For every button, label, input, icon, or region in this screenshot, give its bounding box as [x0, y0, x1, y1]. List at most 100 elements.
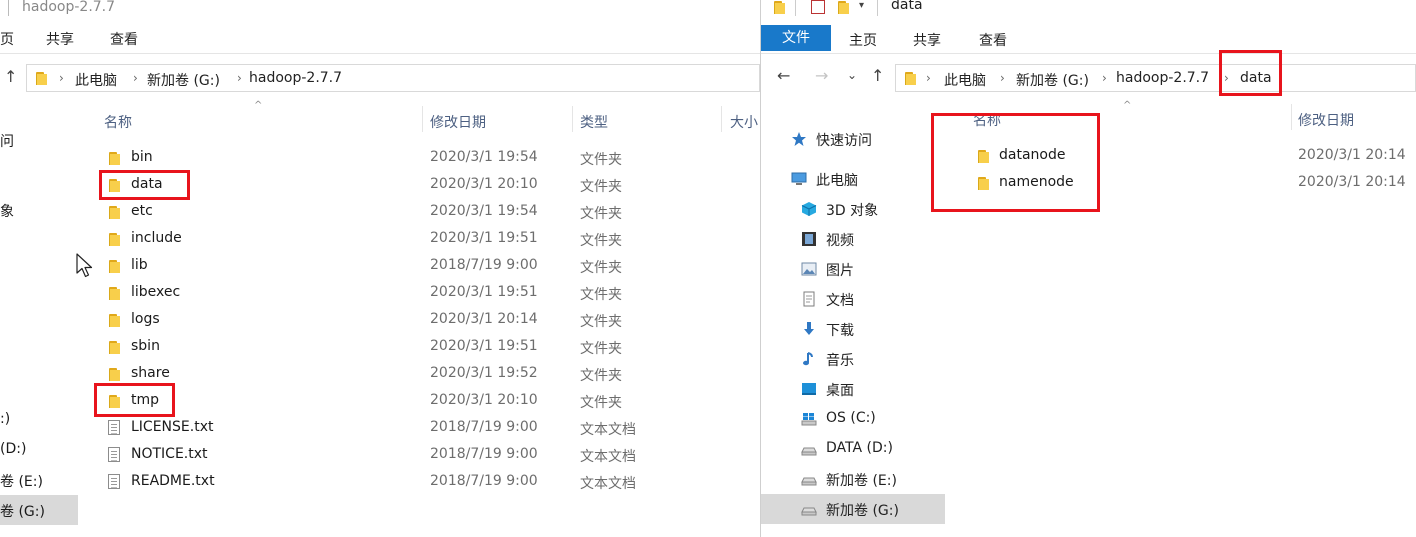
nav-item[interactable]: 视频	[761, 224, 945, 254]
highlight-box-address-data	[1219, 50, 1282, 96]
nav-item[interactable]: 新加卷 (E:)	[761, 464, 945, 494]
column-divider[interactable]	[422, 106, 423, 132]
breadcrumb-drive-g[interactable]: 新加卷 (G:)	[147, 70, 220, 90]
modified-date: 2020/3/1 19:51	[430, 338, 538, 354]
breadcrumb-hadoop[interactable]: hadoop-2.7.7	[249, 70, 342, 86]
folder-icon	[106, 151, 120, 165]
column-divider[interactable]	[1291, 104, 1292, 130]
file-name: NOTICE.txt	[131, 446, 208, 462]
checkbox-properties-icon[interactable]	[811, 0, 825, 14]
tab-home[interactable]: 主页	[849, 30, 877, 50]
video-icon	[801, 231, 817, 247]
table-row[interactable]: tmp 2020/3/1 20:10 文件夹	[98, 388, 760, 415]
nav-item-label: 图片	[826, 263, 854, 279]
modified-date: 2020/3/1 19:51	[430, 230, 538, 246]
column-header-name[interactable]: 名称	[104, 112, 132, 132]
nav-item[interactable]: 3D 对象	[761, 194, 945, 224]
recent-locations-chevron-icon[interactable]: ⌄	[847, 68, 857, 82]
table-row[interactable]: libexec 2020/3/1 19:51 文件夹	[98, 280, 760, 307]
highlight-box-data	[99, 170, 190, 200]
nav-item[interactable]: 下载	[761, 314, 945, 344]
nav-item-selected[interactable]: 新加卷 (G:)	[761, 494, 945, 524]
nav-item[interactable]: 文档	[761, 284, 945, 314]
file-type: 文件夹	[580, 152, 622, 168]
column-divider[interactable]	[721, 106, 722, 132]
modified-date: 2018/7/19 9:00	[430, 446, 538, 462]
sort-ascending-icon: ^	[254, 100, 263, 111]
column-divider[interactable]	[572, 106, 573, 132]
address-bar[interactable]: › 此电脑 › 新加卷 (G:) › hadoop-2.7.7 › data	[895, 64, 1416, 92]
tab-view[interactable]: 查看	[110, 29, 138, 49]
chevron-right-icon: ›	[59, 71, 64, 85]
nav-item[interactable]: 桌面	[761, 374, 945, 404]
breadcrumb-this-pc[interactable]: 此电脑	[75, 70, 117, 90]
modified-date: 2020/3/1 19:51	[430, 284, 538, 300]
table-row[interactable]: sbin 2020/3/1 19:51 文件夹	[98, 334, 760, 361]
table-row[interactable]: share 2020/3/1 19:52 文件夹	[98, 361, 760, 388]
nav-item[interactable]: 音乐	[761, 344, 945, 374]
column-header-modified[interactable]: 修改日期	[430, 112, 486, 132]
column-header-type[interactable]: 类型	[580, 112, 608, 132]
table-row[interactable]: logs 2020/3/1 20:14 文件夹	[98, 307, 760, 334]
highlight-box-subfolders	[931, 113, 1100, 212]
tab-view[interactable]: 查看	[979, 30, 1007, 50]
cube-3d-icon	[801, 201, 817, 217]
file-type: 文本文档	[580, 449, 636, 465]
modified-date: 2018/7/19 9:00	[430, 257, 538, 273]
nav-item-label[interactable]: :)	[0, 411, 10, 427]
nav-item[interactable]: OS (C:)	[761, 404, 945, 434]
file-type: 文件夹	[580, 206, 622, 222]
file-name: libexec	[131, 284, 181, 300]
nav-item-label: 新加卷 (G:)	[826, 503, 899, 519]
modified-date: 2020/3/1 20:10	[430, 176, 538, 192]
tab-home[interactable]: 页	[0, 29, 14, 49]
table-row[interactable]: README.txt 2018/7/19 9:00 文本文档	[98, 469, 760, 496]
sort-ascending-icon: ^	[1123, 100, 1132, 111]
computer-icon	[791, 171, 807, 187]
nav-item-selected[interactable]: 卷 (G:)	[0, 495, 78, 525]
tab-share[interactable]: 共享	[913, 30, 941, 50]
table-row[interactable]: NOTICE.txt 2018/7/19 9:00 文本文档	[98, 442, 760, 469]
column-header-modified[interactable]: 修改日期	[1298, 110, 1354, 130]
left-ribbon-tabs: 页 共享 查看	[0, 24, 760, 54]
folder-icon	[902, 71, 916, 85]
table-row[interactable]: etc 2020/3/1 19:54 文件夹	[98, 199, 760, 226]
back-arrow-icon[interactable]: ←	[777, 66, 790, 85]
folder-icon	[106, 232, 120, 246]
nav-item[interactable]: 快速访问	[761, 124, 945, 154]
text-file-icon	[108, 447, 120, 462]
new-folder-icon[interactable]	[835, 0, 849, 14]
nav-item-label[interactable]: 象	[0, 201, 14, 221]
mouse-pointer-icon	[76, 253, 93, 278]
quick-access-dropdown-icon[interactable]: ▾	[859, 0, 864, 11]
nav-item[interactable]: DATA (D:)	[761, 434, 945, 464]
address-bar[interactable]: › 此电脑 › 新加卷 (G:) › hadoop-2.7.7	[26, 64, 760, 92]
file-name: include	[131, 230, 182, 246]
table-row[interactable]: LICENSE.txt 2018/7/19 9:00 文本文档	[98, 415, 760, 442]
breadcrumb-drive-g[interactable]: 新加卷 (G:)	[1016, 70, 1089, 90]
drive-icon	[801, 441, 817, 457]
nav-item-label: 下载	[826, 323, 854, 339]
folder-icon	[33, 71, 47, 85]
breadcrumb-hadoop[interactable]: hadoop-2.7.7	[1116, 70, 1209, 86]
desktop-icon	[801, 381, 817, 397]
table-row[interactable]: include 2020/3/1 19:51 文件夹	[98, 226, 760, 253]
tab-file[interactable]: 文件	[761, 25, 831, 51]
breadcrumb-this-pc[interactable]: 此电脑	[944, 70, 986, 90]
modified-date: 2020/3/1 20:14	[1298, 174, 1406, 190]
forward-arrow-icon[interactable]: →	[815, 66, 828, 85]
table-row[interactable]: lib 2018/7/19 9:00 文件夹	[98, 253, 760, 280]
up-arrow-icon[interactable]: ↑	[871, 66, 884, 85]
nav-item-label[interactable]: 卷 (E:)	[0, 471, 43, 491]
nav-item[interactable]: 图片	[761, 254, 945, 284]
up-arrow-icon[interactable]: ↑	[4, 67, 17, 86]
table-row[interactable]: bin 2020/3/1 19:54 文件夹	[98, 145, 760, 172]
left-address-row: ↑ › 此电脑 › 新加卷 (G:) › hadoop-2.7.7	[0, 62, 760, 94]
nav-item[interactable]: 此电脑	[761, 164, 945, 194]
nav-item-label[interactable]: (D:)	[0, 441, 26, 457]
table-row[interactable]: data 2020/3/1 20:10 文件夹	[98, 172, 760, 199]
nav-item-label[interactable]: 问	[0, 131, 14, 151]
tab-share[interactable]: 共享	[46, 29, 74, 49]
star-icon	[791, 131, 807, 147]
column-header-size[interactable]: 大小	[730, 112, 758, 132]
